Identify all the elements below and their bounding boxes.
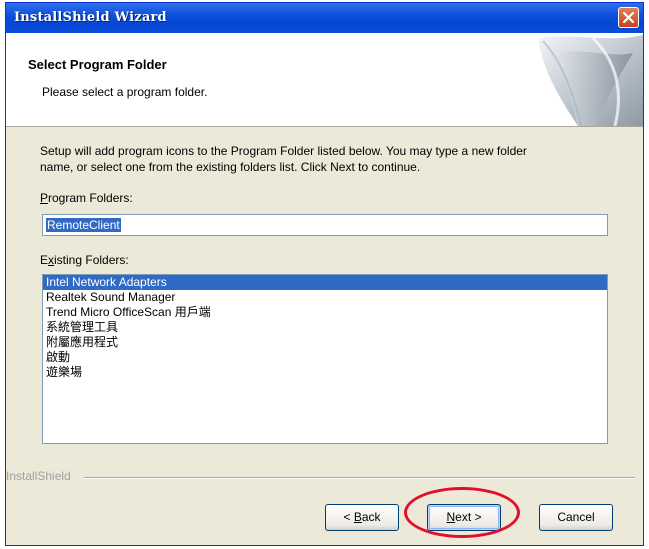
program-folders-label: Program Folders: [40, 191, 133, 205]
close-button[interactable] [618, 7, 639, 28]
close-icon [622, 11, 635, 24]
page-title: Select Program Folder [28, 57, 167, 72]
window-title: InstallShield Wizard [14, 10, 167, 25]
footer-divider [84, 477, 635, 479]
next-button[interactable]: Next > [427, 504, 501, 531]
page-subtitle: Please select a program folder. [42, 85, 208, 99]
title-bar[interactable]: InstallShield Wizard [6, 3, 643, 33]
installshield-wizard-window: InstallShield Wizard Select Program Fold… [5, 2, 644, 546]
installshield-brand: InstallShield [6, 469, 71, 483]
program-folder-input[interactable]: RemoteClient [42, 214, 608, 236]
back-button[interactable]: < Back [325, 504, 399, 531]
cancel-button[interactable]: Cancel [539, 504, 613, 531]
installer-graphic-icon [538, 35, 643, 126]
existing-folders-label: Existing Folders: [40, 253, 129, 267]
list-item-realtek-sound-manager[interactable]: Realtek Sound Manager [43, 290, 607, 305]
instructions-text: Setup will add program icons to the Prog… [40, 143, 600, 175]
existing-folders-list[interactable]: Intel Network Adapters Realtek Sound Man… [42, 274, 608, 444]
list-item-startup[interactable]: 啟動 [43, 350, 607, 365]
list-item-trend-micro-officescan[interactable]: Trend Micro OfficeScan 用戶端 [43, 305, 607, 320]
list-item-intel-network-adapters[interactable]: Intel Network Adapters [43, 275, 607, 290]
instructions-line-2: name, or select one from the existing fo… [40, 160, 421, 174]
list-item-accessories[interactable]: 附屬應用程式 [43, 335, 607, 350]
list-item-admin-tools[interactable]: 系統管理工具 [43, 320, 607, 335]
list-item-games[interactable]: 遊樂場 [43, 365, 607, 380]
program-folder-value: RemoteClient [46, 218, 121, 232]
instructions-line-1: Setup will add program icons to the Prog… [40, 144, 527, 158]
wizard-header: Select Program Folder Please select a pr… [6, 33, 643, 127]
